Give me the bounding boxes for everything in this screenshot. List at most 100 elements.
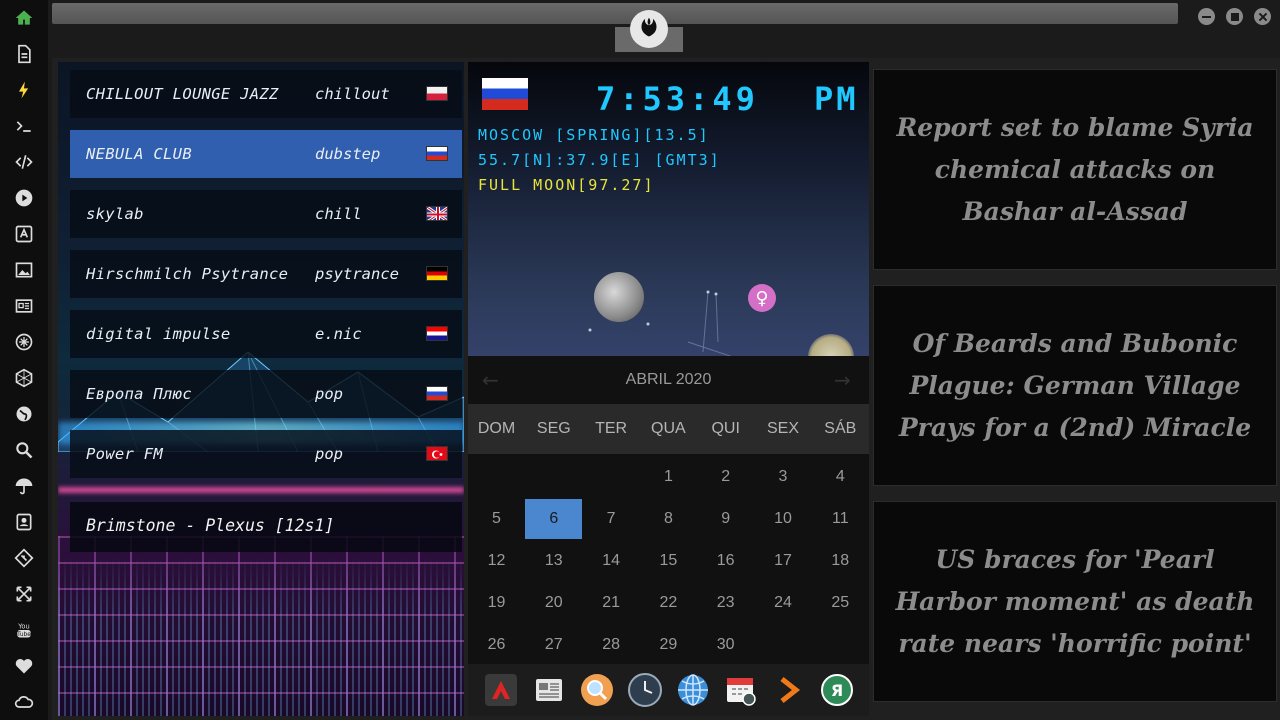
now-playing-bar[interactable]: Brimstone - Plexus [12s1] xyxy=(70,502,462,552)
calendar-day[interactable]: 20 xyxy=(525,583,582,623)
calendar-day[interactable]: 3 xyxy=(755,457,812,497)
calendar-day[interactable]: 9 xyxy=(697,499,754,539)
station-row[interactable]: NEBULA CLUB dubstep xyxy=(70,130,462,178)
turkey-flag-icon xyxy=(426,446,448,461)
arrow-up-icon[interactable] xyxy=(484,673,518,707)
yandex-icon[interactable]: Я xyxy=(820,673,854,707)
calendar-day[interactable]: 14 xyxy=(583,541,640,581)
next-month-button[interactable]: → xyxy=(834,368,851,392)
calendar-day[interactable]: 13 xyxy=(525,541,582,581)
code-icon[interactable] xyxy=(10,148,38,176)
search-icon[interactable] xyxy=(10,436,38,464)
calendar-day[interactable]: 25 xyxy=(812,583,869,623)
cloud-icon[interactable] xyxy=(10,688,38,716)
calendar-day[interactable]: 8 xyxy=(640,499,697,539)
settings-icon[interactable] xyxy=(10,328,38,356)
youtube-icon[interactable]: You Tube xyxy=(10,616,38,644)
venus-icon: ♀ xyxy=(748,284,776,312)
maximize-button[interactable] xyxy=(1226,8,1243,25)
globe-icon[interactable] xyxy=(10,400,38,428)
station-row[interactable]: Европа Плюс pop xyxy=(70,370,462,418)
git-icon[interactable] xyxy=(10,544,38,572)
prev-month-button[interactable]: ← xyxy=(482,368,499,392)
newspaper-icon[interactable] xyxy=(532,673,566,707)
calendar-day[interactable]: 28 xyxy=(583,625,640,665)
calendar-day[interactable]: 4 xyxy=(812,457,869,497)
weekday-label: QUI xyxy=(711,420,740,437)
news-icon[interactable] xyxy=(10,292,38,320)
play-icon[interactable] xyxy=(10,184,38,212)
heart-icon[interactable] xyxy=(10,652,38,680)
close-button[interactable] xyxy=(1254,8,1271,25)
calendar-day[interactable]: 29 xyxy=(640,625,697,665)
station-row[interactable]: Hirschmilch Psytrance psytrance xyxy=(70,250,462,298)
station-name: Европа Плюс xyxy=(86,385,192,403)
calendar-icon[interactable] xyxy=(724,673,758,707)
calendar-day[interactable]: 11 xyxy=(812,499,869,539)
terminal-icon[interactable] xyxy=(10,112,38,140)
croatia-flag-icon xyxy=(426,326,448,341)
station-name: skylab xyxy=(86,205,144,223)
clock-icon[interactable] xyxy=(628,673,662,707)
calendar-day[interactable]: 19 xyxy=(468,583,525,623)
globe-icon[interactable] xyxy=(676,673,710,707)
image-icon[interactable] xyxy=(10,256,38,284)
calendar-day[interactable]: 16 xyxy=(697,541,754,581)
title-strip[interactable] xyxy=(52,3,1178,24)
search-icon[interactable] xyxy=(580,673,614,707)
weekday-label: SEG xyxy=(536,420,571,437)
audio-visualizer xyxy=(58,556,464,716)
calendar-day[interactable]: 15 xyxy=(640,541,697,581)
calendar-day[interactable]: 12 xyxy=(468,541,525,581)
sun-icon xyxy=(808,334,854,356)
station-row[interactable]: digital impulse e.nic xyxy=(70,310,462,358)
station-name: Power FM xyxy=(86,445,164,463)
moon-icon xyxy=(594,272,644,322)
news-card[interactable]: Of Beards and Bubonic Plague: German Vil… xyxy=(873,285,1277,486)
calendar-day[interactable]: 22 xyxy=(640,583,697,623)
svg-text:Я: Я xyxy=(831,681,843,700)
calendar-day[interactable]: 10 xyxy=(755,499,812,539)
station-row[interactable]: Power FM pop xyxy=(70,430,462,478)
calendar-day[interactable]: 7 xyxy=(583,499,640,539)
calendar-day[interactable]: 26 xyxy=(468,625,525,665)
weekday-header: DOM SEG TER QUA QUI SEX SÁB xyxy=(468,404,869,454)
station-row[interactable]: skylab chill xyxy=(70,190,462,238)
calendar-day[interactable]: 30 xyxy=(697,625,754,665)
calendar-widget: ABRIL 2020 ← → DOM SEG TER QUA QUI SEX SÁB 123… xyxy=(468,356,869,664)
home-icon[interactable] xyxy=(10,4,38,32)
news-card[interactable]: Report set to blame Syria chemical attac… xyxy=(873,69,1277,270)
calendar-day[interactable]: 18 xyxy=(812,541,869,581)
month-label: ABRIL 2020 xyxy=(625,371,712,388)
calendar-day[interactable]: 17 xyxy=(755,541,812,581)
calendar-day[interactable]: 21 xyxy=(583,583,640,623)
shuffle-icon[interactable] xyxy=(10,580,38,608)
clock-ampm: PM xyxy=(814,80,859,118)
news-headline: US braces for 'Pearl Harbor moment' as d… xyxy=(895,544,1255,658)
hexagon-icon[interactable] xyxy=(10,364,38,392)
news-card[interactable]: US braces for 'Pearl Harbor moment' as d… xyxy=(873,501,1277,702)
calendar-day[interactable]: 1 xyxy=(640,457,697,497)
calendar-day[interactable]: 27 xyxy=(525,625,582,665)
translate-icon[interactable] xyxy=(10,220,38,248)
calendar-day-today[interactable]: 6 xyxy=(525,499,583,539)
station-row[interactable]: CHILLOUT LOUNGE JAZZ chillout xyxy=(70,70,462,118)
calendar-day[interactable]: 2 xyxy=(697,457,754,497)
station-genre: chillout xyxy=(315,85,390,103)
uk-flag-icon xyxy=(426,206,448,221)
document-icon[interactable] xyxy=(10,40,38,68)
calendar-day[interactable]: 24 xyxy=(755,583,812,623)
clock-widget: 7:53:49 PM MOSCOW [SPRING][13.5] 55.7[N]… xyxy=(468,62,869,356)
contacts-icon[interactable] xyxy=(10,508,38,536)
station-genre: pop xyxy=(315,385,343,403)
station-genre: pop xyxy=(315,445,343,463)
clock-time: 7:53:49 xyxy=(596,80,759,118)
calendar-day[interactable]: 23 xyxy=(697,583,754,623)
minimize-button[interactable] xyxy=(1198,8,1215,25)
chevron-right-icon[interactable] xyxy=(772,673,806,707)
lightning-icon[interactable] xyxy=(10,76,38,104)
moon-phase-line: FULL MOON[97.27] xyxy=(478,176,655,194)
calendar-day[interactable]: 5 xyxy=(468,499,525,539)
station-genre: dubstep xyxy=(315,145,381,163)
umbrella-icon[interactable] xyxy=(10,472,38,500)
